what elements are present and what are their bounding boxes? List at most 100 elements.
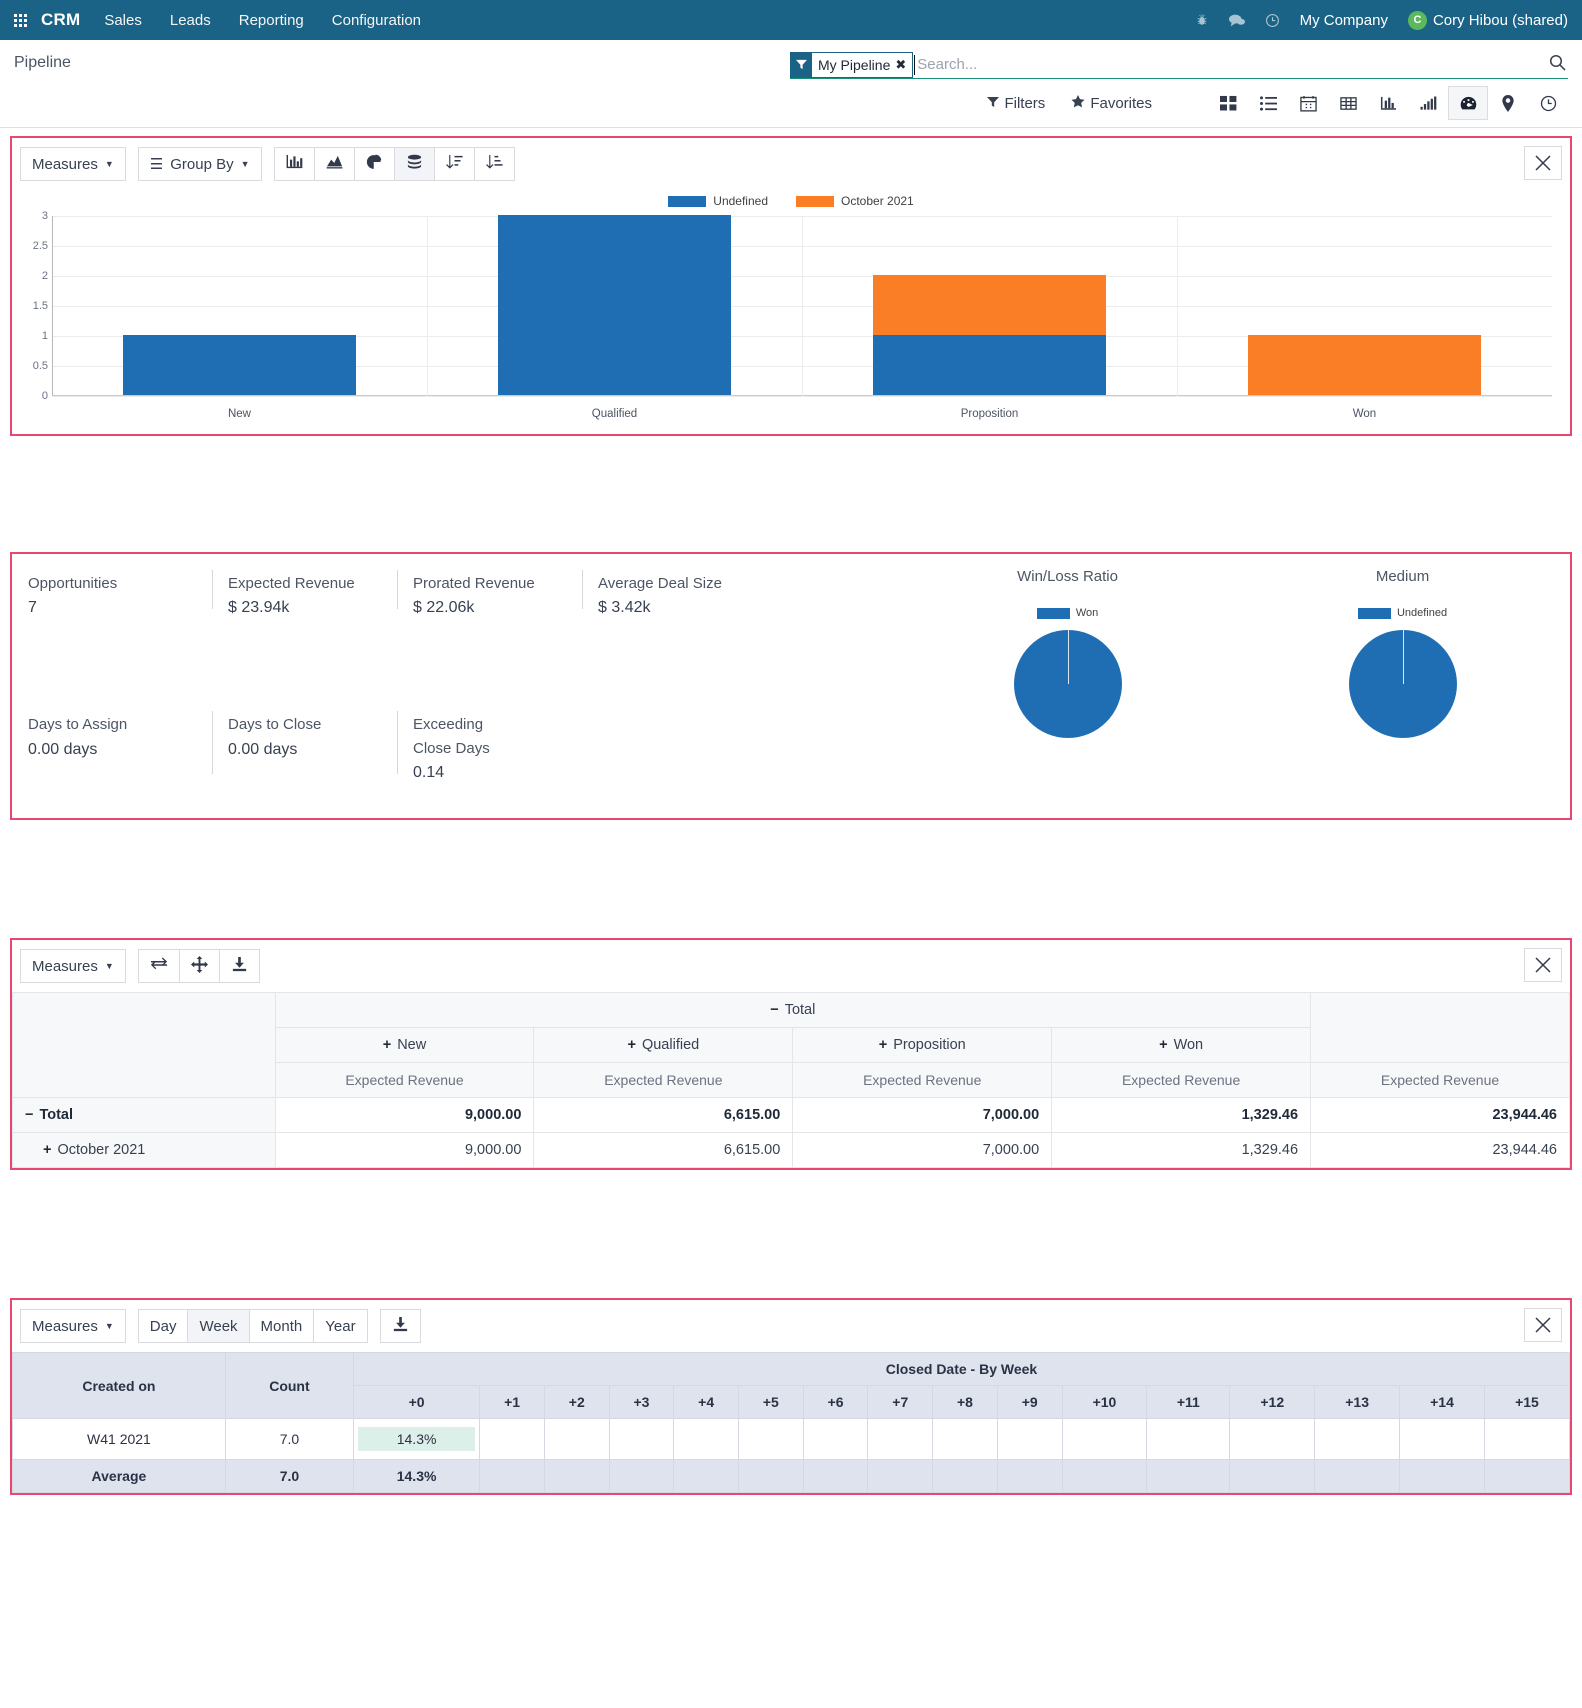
cohort-cell[interactable] bbox=[1229, 1459, 1316, 1493]
cohort-cell[interactable] bbox=[1146, 1459, 1231, 1493]
pivot-cell[interactable]: 6,615.00 bbox=[533, 1132, 794, 1168]
cohort-expand-button[interactable] bbox=[1524, 1308, 1562, 1342]
sort-descending-button[interactable] bbox=[433, 147, 475, 181]
filters-menu[interactable]: Filters bbox=[987, 95, 1045, 112]
kpi-card[interactable]: Opportunities 7 bbox=[12, 568, 212, 617]
cohort-cell[interactable] bbox=[802, 1418, 869, 1460]
cohort-row-count[interactable]: 7.0 bbox=[224, 1418, 354, 1460]
facet-remove-icon[interactable]: ✖ bbox=[894, 53, 912, 77]
cohort-row-label[interactable]: Average bbox=[12, 1459, 226, 1493]
pivot-expand-button[interactable] bbox=[1524, 948, 1562, 982]
pivot-cell[interactable]: 7,000.00 bbox=[792, 1132, 1053, 1168]
kpi-card[interactable]: Days to Assign 0.00 days bbox=[12, 709, 212, 782]
cohort-cell[interactable] bbox=[1399, 1459, 1485, 1493]
pivot-cell[interactable]: 7,000.00 bbox=[792, 1097, 1053, 1133]
cohort-cell[interactable] bbox=[543, 1459, 610, 1493]
kpi-pie-chart[interactable]: Win/Loss Ratio Won bbox=[900, 554, 1235, 818]
pivot-measure-header[interactable]: Expected Revenue bbox=[274, 1062, 535, 1098]
cohort-interval-day[interactable]: Day bbox=[137, 1309, 189, 1343]
pivot-measure-header[interactable]: Expected Revenue bbox=[1051, 1062, 1312, 1098]
cohort-interval-month[interactable]: Month bbox=[248, 1309, 315, 1343]
cohort-cell[interactable]: 14.3% bbox=[352, 1459, 481, 1493]
cohort-measures-button[interactable]: Measures ▼ bbox=[20, 1309, 126, 1343]
view-cohort[interactable] bbox=[1408, 86, 1448, 120]
cohort-cell[interactable] bbox=[1483, 1459, 1571, 1493]
cohort-cell[interactable] bbox=[479, 1459, 545, 1493]
bar-group[interactable] bbox=[498, 215, 731, 395]
bar-group[interactable] bbox=[873, 275, 1106, 395]
pie-chart-button[interactable] bbox=[353, 147, 395, 181]
graph-expand-button[interactable] bbox=[1524, 146, 1562, 180]
cohort-interval-week[interactable]: Week bbox=[187, 1309, 250, 1343]
kpi-card[interactable]: Expected Revenue $ 23.94k bbox=[212, 568, 397, 617]
cohort-cell[interactable] bbox=[1314, 1459, 1401, 1493]
messages-icon[interactable] bbox=[1228, 13, 1245, 27]
bar-segment[interactable] bbox=[1248, 335, 1481, 395]
bar-segment[interactable] bbox=[873, 275, 1106, 335]
cohort-cell[interactable] bbox=[608, 1418, 675, 1460]
cohort-cell[interactable] bbox=[867, 1418, 934, 1460]
sort-ascending-button[interactable] bbox=[473, 147, 515, 181]
cohort-cell[interactable] bbox=[1061, 1459, 1148, 1493]
search-facet-my-pipeline[interactable]: My Pipeline ✖ bbox=[790, 51, 914, 78]
cohort-cell[interactable] bbox=[996, 1459, 1063, 1493]
pivot-col-group[interactable]: + New bbox=[274, 1027, 535, 1063]
view-graph[interactable] bbox=[1368, 86, 1408, 120]
pie-slice[interactable] bbox=[1348, 630, 1457, 738]
user-menu[interactable]: C Cory Hibou (shared) bbox=[1407, 10, 1568, 30]
pivot-col-group[interactable]: + Proposition bbox=[792, 1027, 1053, 1063]
bar-group[interactable] bbox=[1248, 335, 1481, 395]
stacked-button[interactable] bbox=[393, 147, 435, 181]
view-calendar[interactable] bbox=[1288, 86, 1328, 120]
bar-segment[interactable] bbox=[123, 335, 356, 395]
cohort-cell[interactable] bbox=[802, 1459, 869, 1493]
search-input[interactable] bbox=[914, 54, 1549, 75]
cohort-cell[interactable] bbox=[996, 1418, 1063, 1460]
cohort-cell[interactable]: 14.3% bbox=[352, 1418, 481, 1460]
kpi-pie-chart[interactable]: Medium Undefined bbox=[1235, 554, 1570, 818]
cohort-cell[interactable] bbox=[932, 1459, 998, 1493]
brand-crm[interactable]: CRM bbox=[41, 10, 80, 30]
line-chart-button[interactable] bbox=[313, 147, 355, 181]
pivot-col-group[interactable]: + Qualified bbox=[533, 1027, 794, 1063]
pivot-measures-button[interactable]: Measures ▼ bbox=[20, 949, 126, 983]
cohort-cell[interactable] bbox=[673, 1418, 740, 1460]
download-xlsx-button[interactable] bbox=[218, 949, 260, 983]
cohort-cell[interactable] bbox=[1229, 1418, 1316, 1460]
pivot-row-header[interactable]: − Total bbox=[12, 1097, 276, 1133]
pivot-cell[interactable]: 6,615.00 bbox=[533, 1097, 794, 1133]
bar-segment[interactable] bbox=[498, 215, 731, 395]
graph-measures-button[interactable]: Measures ▼ bbox=[20, 147, 126, 181]
activity-clock-icon[interactable] bbox=[1265, 13, 1280, 28]
cohort-download-button[interactable] bbox=[379, 1309, 421, 1343]
legend-item[interactable]: Undefined bbox=[668, 194, 768, 208]
cohort-cell[interactable] bbox=[1314, 1418, 1401, 1460]
cohort-cell[interactable] bbox=[738, 1459, 804, 1493]
view-map[interactable] bbox=[1488, 86, 1528, 120]
pivot-total-header[interactable]: − Total bbox=[274, 992, 1312, 1028]
cohort-cell[interactable] bbox=[673, 1459, 740, 1493]
view-activity[interactable] bbox=[1528, 86, 1568, 120]
expand-all-button[interactable] bbox=[178, 949, 220, 983]
cohort-cell[interactable] bbox=[543, 1418, 610, 1460]
bar-chart-button[interactable] bbox=[273, 147, 315, 181]
kpi-card[interactable]: Exceeding Close Days 0.14 bbox=[397, 709, 627, 782]
magnifier-icon[interactable] bbox=[1549, 54, 1568, 76]
pivot-cell[interactable]: 1,329.46 bbox=[1051, 1097, 1312, 1133]
pivot-cell[interactable]: 23,944.46 bbox=[1310, 1132, 1570, 1168]
cohort-row-label[interactable]: W41 2021 bbox=[12, 1418, 226, 1460]
grid-apps-icon[interactable] bbox=[14, 13, 27, 27]
cohort-cell[interactable] bbox=[932, 1418, 998, 1460]
legend-item[interactable]: October 2021 bbox=[796, 194, 914, 208]
pivot-row-header[interactable]: + October 2021 bbox=[12, 1132, 276, 1168]
nav-item-sales[interactable]: Sales bbox=[104, 12, 142, 29]
pivot-cell[interactable]: 9,000.00 bbox=[274, 1097, 535, 1133]
pivot-measure-header[interactable]: Expected Revenue bbox=[533, 1062, 794, 1098]
view-dashboard[interactable] bbox=[1448, 86, 1488, 120]
pivot-measure-header[interactable]: Expected Revenue bbox=[792, 1062, 1053, 1098]
cohort-cell[interactable] bbox=[867, 1459, 934, 1493]
cohort-interval-year[interactable]: Year bbox=[313, 1309, 368, 1343]
flip-axis-button[interactable] bbox=[137, 949, 180, 983]
nav-item-configuration[interactable]: Configuration bbox=[332, 12, 421, 29]
kpi-card[interactable]: Prorated Revenue $ 22.06k bbox=[397, 568, 582, 617]
